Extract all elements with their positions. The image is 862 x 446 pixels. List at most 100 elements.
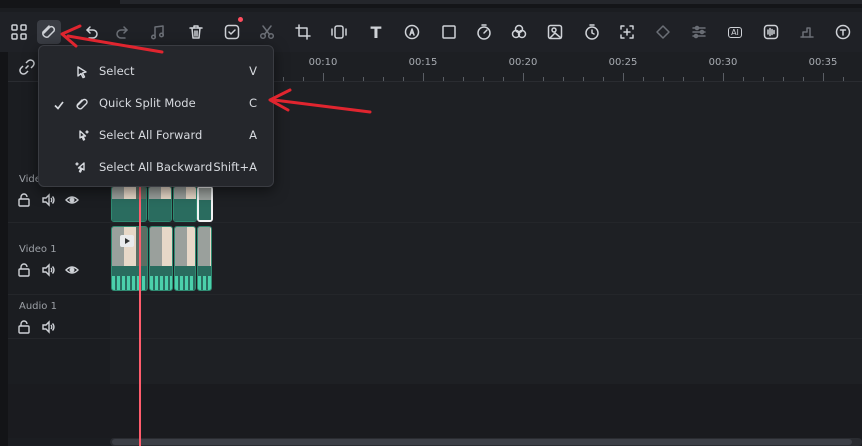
select-forward-icon: [75, 128, 89, 142]
split-mode-icon: [42, 25, 56, 38]
adjust-icon[interactable]: [687, 20, 711, 44]
color-icon[interactable]: [507, 20, 531, 44]
select-backward-icon: [75, 160, 89, 174]
ruler-tick: [823, 73, 824, 81]
timeline-empty-area: [8, 384, 862, 438]
menu-item-select-all-backward[interactable]: Select All Backward Shift+A: [39, 151, 275, 183]
split-mode-button[interactable]: [37, 20, 61, 44]
ruler-tick: [703, 77, 704, 81]
ruler-tick: [343, 77, 344, 81]
ruler-tick: [843, 77, 844, 81]
ruler-tick: [523, 73, 524, 81]
ai-text-icon[interactable]: AI: [723, 20, 747, 44]
ruler-label: 00:15: [408, 57, 438, 68]
horizontal-scrollbar[interactable]: [110, 438, 862, 446]
audio-note-icon[interactable]: [146, 20, 170, 44]
clip-video1[interactable]: [197, 226, 212, 291]
ruler-tick: [563, 77, 564, 81]
ruler-tick: [783, 77, 784, 81]
speaker-icon[interactable]: [41, 320, 55, 334]
ruler-tick: [503, 77, 504, 81]
ruler-tick: [663, 77, 664, 81]
add-frame-icon[interactable]: [615, 20, 639, 44]
scrollbar-thumb[interactable]: [112, 439, 852, 445]
clip-video1[interactable]: [111, 226, 148, 291]
ruler-tick: [483, 77, 484, 81]
ruler-tick: [283, 77, 284, 81]
undo-icon[interactable]: [79, 20, 103, 44]
ruler-label: 00:25: [608, 57, 638, 68]
redo-icon[interactable]: [111, 20, 135, 44]
ruler-tick: [543, 77, 544, 81]
delete-icon[interactable]: [184, 20, 208, 44]
ruler-tick: [643, 77, 644, 81]
ruler-tick: [303, 77, 304, 81]
cursor-icon: [75, 64, 89, 79]
menu-item-select-all-forward[interactable]: Select All Forward A: [39, 119, 275, 151]
ai-image-icon[interactable]: [543, 20, 567, 44]
ruler-tick: [403, 77, 404, 81]
ruler-tick: [803, 77, 804, 81]
ruler-tick: [423, 73, 424, 81]
ruler-tick: [743, 77, 744, 81]
clip-video2[interactable]: [111, 186, 147, 222]
ruler-tick: [763, 77, 764, 81]
stabilize-icon[interactable]: [327, 20, 351, 44]
speaker-icon[interactable]: [41, 263, 55, 277]
shape-icon[interactable]: [437, 20, 461, 44]
ruler-tick: [583, 77, 584, 81]
selection-mode-menu: Select V Quick Split Mode C Select All F…: [38, 45, 274, 187]
clip-video2[interactable]: [173, 186, 197, 222]
play-icon: [120, 235, 134, 247]
ruler-label: 00:35: [808, 57, 838, 68]
link-icon[interactable]: [18, 58, 36, 76]
ruler-tick: [323, 73, 324, 81]
audio-duck-icon[interactable]: [795, 20, 819, 44]
speaker-icon[interactable]: [41, 193, 55, 207]
split-mode-icon: [75, 96, 89, 110]
text-icon[interactable]: T: [364, 20, 388, 44]
lock-icon[interactable]: [17, 193, 31, 207]
ruler-tick: [383, 77, 384, 81]
ai-tool-icon[interactable]: [220, 20, 244, 44]
grid-icon[interactable]: [7, 20, 31, 44]
track-controls-video2: [17, 193, 79, 207]
crop-icon[interactable]: [291, 20, 315, 44]
keyframe-icon[interactable]: [651, 20, 675, 44]
track-controls-audio1: [17, 320, 55, 334]
eye-icon[interactable]: [65, 193, 79, 207]
menu-item-select[interactable]: Select V: [39, 55, 275, 87]
cut-icon[interactable]: [255, 20, 279, 44]
ruler-tick: [683, 77, 684, 81]
ruler-tick: [723, 73, 724, 81]
ruler-tick: [623, 73, 624, 81]
checkmark-icon: [53, 96, 65, 110]
ruler-tick: [603, 77, 604, 81]
ruler-label: 00:30: [708, 57, 738, 68]
audio-wave-icon[interactable]: [759, 20, 783, 44]
ruler-tick: [443, 77, 444, 81]
speed-icon[interactable]: [472, 20, 496, 44]
clip-video2[interactable]: [148, 186, 172, 222]
track-label-video1: Video 1: [19, 244, 57, 255]
ruler-tick: [463, 77, 464, 81]
ai-audio-icon[interactable]: [400, 20, 424, 44]
left-edge-panel: [0, 52, 8, 446]
timer-icon[interactable]: [580, 20, 604, 44]
clip-video2-selected[interactable]: [197, 186, 213, 222]
notification-dot: [238, 17, 243, 22]
eye-icon[interactable]: [65, 263, 79, 277]
menu-item-quick-split-mode[interactable]: Quick Split Mode C: [39, 87, 275, 119]
track-controls-video1: [17, 263, 79, 277]
speech-text-icon[interactable]: [831, 20, 855, 44]
top-strip: [0, 0, 862, 8]
ruler-label: 00:20: [508, 57, 538, 68]
ruler-tick: [363, 77, 364, 81]
track-label-audio1: Audio 1: [19, 301, 57, 312]
lock-icon[interactable]: [17, 263, 31, 277]
clip-video1[interactable]: [174, 226, 196, 291]
clip-video1[interactable]: [149, 226, 173, 291]
ruler-label: 00:10: [308, 57, 338, 68]
editor-window: T AI 00:10 00:15 00:20 00:25 00:30 00:35…: [0, 0, 862, 446]
lock-icon[interactable]: [17, 320, 31, 334]
